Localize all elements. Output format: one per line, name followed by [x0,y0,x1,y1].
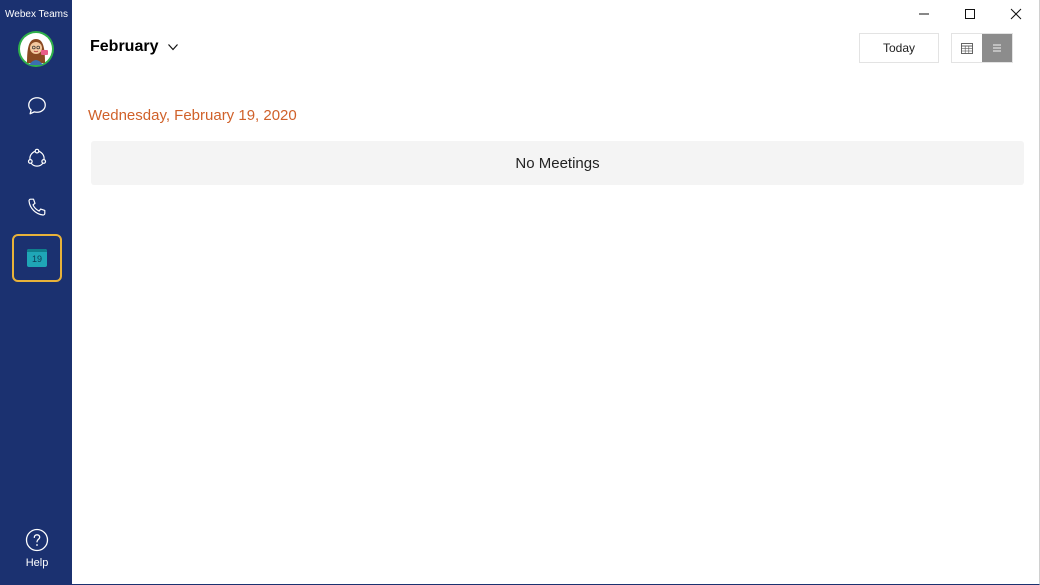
close-button[interactable] [993,0,1039,28]
no-meetings-text: No Meetings [515,154,600,172]
calendar-badge-day: 19 [31,254,42,264]
sidebar-item-calling[interactable] [12,183,62,231]
close-icon [1010,8,1022,20]
chevron-down-icon [168,44,179,51]
meetings-list: No Meetings [91,141,1024,185]
minimize-icon [919,13,929,15]
view-toggle [951,33,1013,63]
window-controls [901,0,1039,28]
month-picker[interactable]: February [90,38,179,56]
teams-icon [27,148,47,167]
calendar-icon: 19 [27,249,47,267]
webex-window: Webex Teams 19 Help February Today Wedne… [0,0,1040,585]
list-view-button[interactable] [982,34,1012,62]
agenda-date-heading: Wednesday, February 19, 2020 [88,107,297,124]
sidebar-item-messaging[interactable] [12,82,62,130]
app-title: Webex Teams [5,9,68,20]
sidebar-item-teams[interactable] [12,134,62,182]
list-icon [993,44,1001,52]
help-label: Help [25,557,49,569]
month-view-button[interactable] [952,34,982,62]
maximize-icon [965,9,975,19]
calendar-grid-icon [961,43,973,54]
help-button[interactable]: Help [12,528,62,574]
chat-bubble-icon [28,97,46,115]
avatar-image [20,33,52,65]
avatar[interactable] [18,31,54,67]
minimize-button[interactable] [901,0,947,28]
phone-icon [28,198,46,216]
sidebar-item-meetings[interactable]: 19 [12,234,62,282]
today-button[interactable]: Today [859,33,939,63]
sidebar: Webex Teams 19 Help [1,0,72,585]
help-icon [25,528,49,552]
month-label: February [90,38,159,55]
maximize-button[interactable] [947,0,993,28]
